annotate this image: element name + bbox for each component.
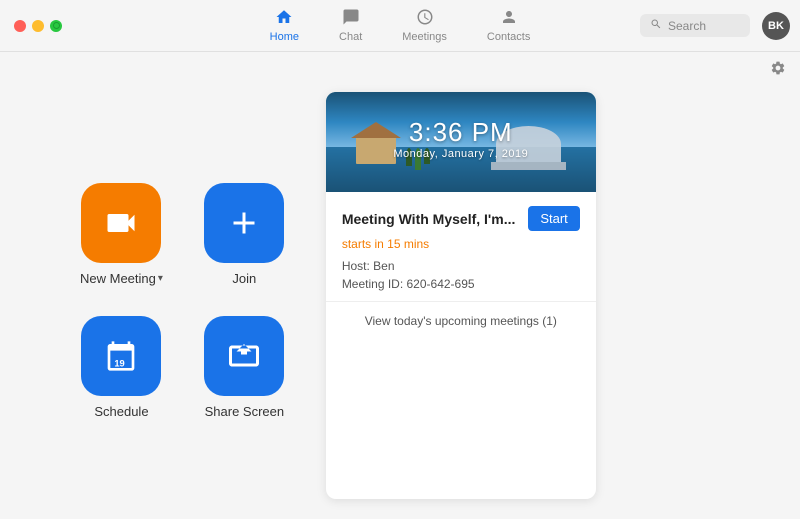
tab-meetings[interactable]: Meetings [382,4,467,47]
contacts-icon [500,8,518,29]
start-meeting-button[interactable]: Start [528,206,579,231]
traffic-lights [0,20,62,32]
share-screen-item[interactable]: Share Screen [203,316,286,419]
meetings-icon [416,8,434,29]
search-placeholder: Search [668,19,706,33]
main-content: New Meeting ▾ Join 19 [0,52,800,519]
search-icon [650,18,662,33]
search-area: Search [640,14,750,37]
schedule-button[interactable]: 19 [81,316,161,396]
tab-contacts-label: Contacts [487,31,530,43]
join-button[interactable] [204,183,284,263]
meeting-title-row: Meeting With Myself, I'm... Start [342,206,580,231]
meeting-info: Meeting With Myself, I'm... Start starts… [326,192,596,301]
dropdown-arrow-icon: ▾ [158,273,163,284]
minimize-button[interactable] [32,20,44,32]
close-button[interactable] [14,20,26,32]
new-meeting-item[interactable]: New Meeting ▾ [80,183,163,286]
schedule-label: Schedule [94,404,148,419]
svg-text:19: 19 [115,358,125,368]
new-meeting-button[interactable] [81,183,161,263]
title-bar: Home Chat Meetings Cont [0,0,800,52]
tab-home[interactable]: Home [250,4,319,47]
meeting-title: Meeting With Myself, I'm... [342,211,516,227]
avatar[interactable]: BK [762,12,790,40]
meeting-banner: 3:36 PM Monday, January 7, 2019 [326,92,596,192]
avatar-initials: BK [768,20,784,32]
chat-icon [342,8,360,29]
share-screen-label: Share Screen [205,404,285,419]
tab-contacts[interactable]: Contacts [467,4,550,47]
banner-date: Monday, January 7, 2019 [326,148,596,160]
tab-meetings-label: Meetings [402,31,447,43]
maximize-button[interactable] [50,20,62,32]
meeting-id-label: Meeting ID: 620-642-695 [342,277,580,291]
schedule-item[interactable]: 19 Schedule [80,316,163,419]
join-item[interactable]: Join [203,183,286,286]
tab-chat-label: Chat [339,31,362,43]
join-label: Join [232,271,256,286]
home-icon [275,8,293,29]
share-screen-button[interactable] [204,316,284,396]
banner-time: 3:36 PM [326,117,596,148]
meeting-card: 3:36 PM Monday, January 7, 2019 Meeting … [326,92,596,499]
tab-chat[interactable]: Chat [319,4,382,47]
view-upcoming-link[interactable]: View today's upcoming meetings (1) [326,301,596,340]
new-meeting-label: New Meeting ▾ [80,271,163,286]
action-grid: New Meeting ▾ Join 19 [80,92,286,499]
meeting-starts-label: starts in 15 mins [342,237,580,251]
search-box[interactable]: Search [640,14,750,37]
meeting-panel: 3:36 PM Monday, January 7, 2019 Meeting … [326,92,596,499]
tab-home-label: Home [270,31,299,43]
meeting-host-label: Host: Ben [342,259,580,273]
settings-icon[interactable] [770,60,786,81]
